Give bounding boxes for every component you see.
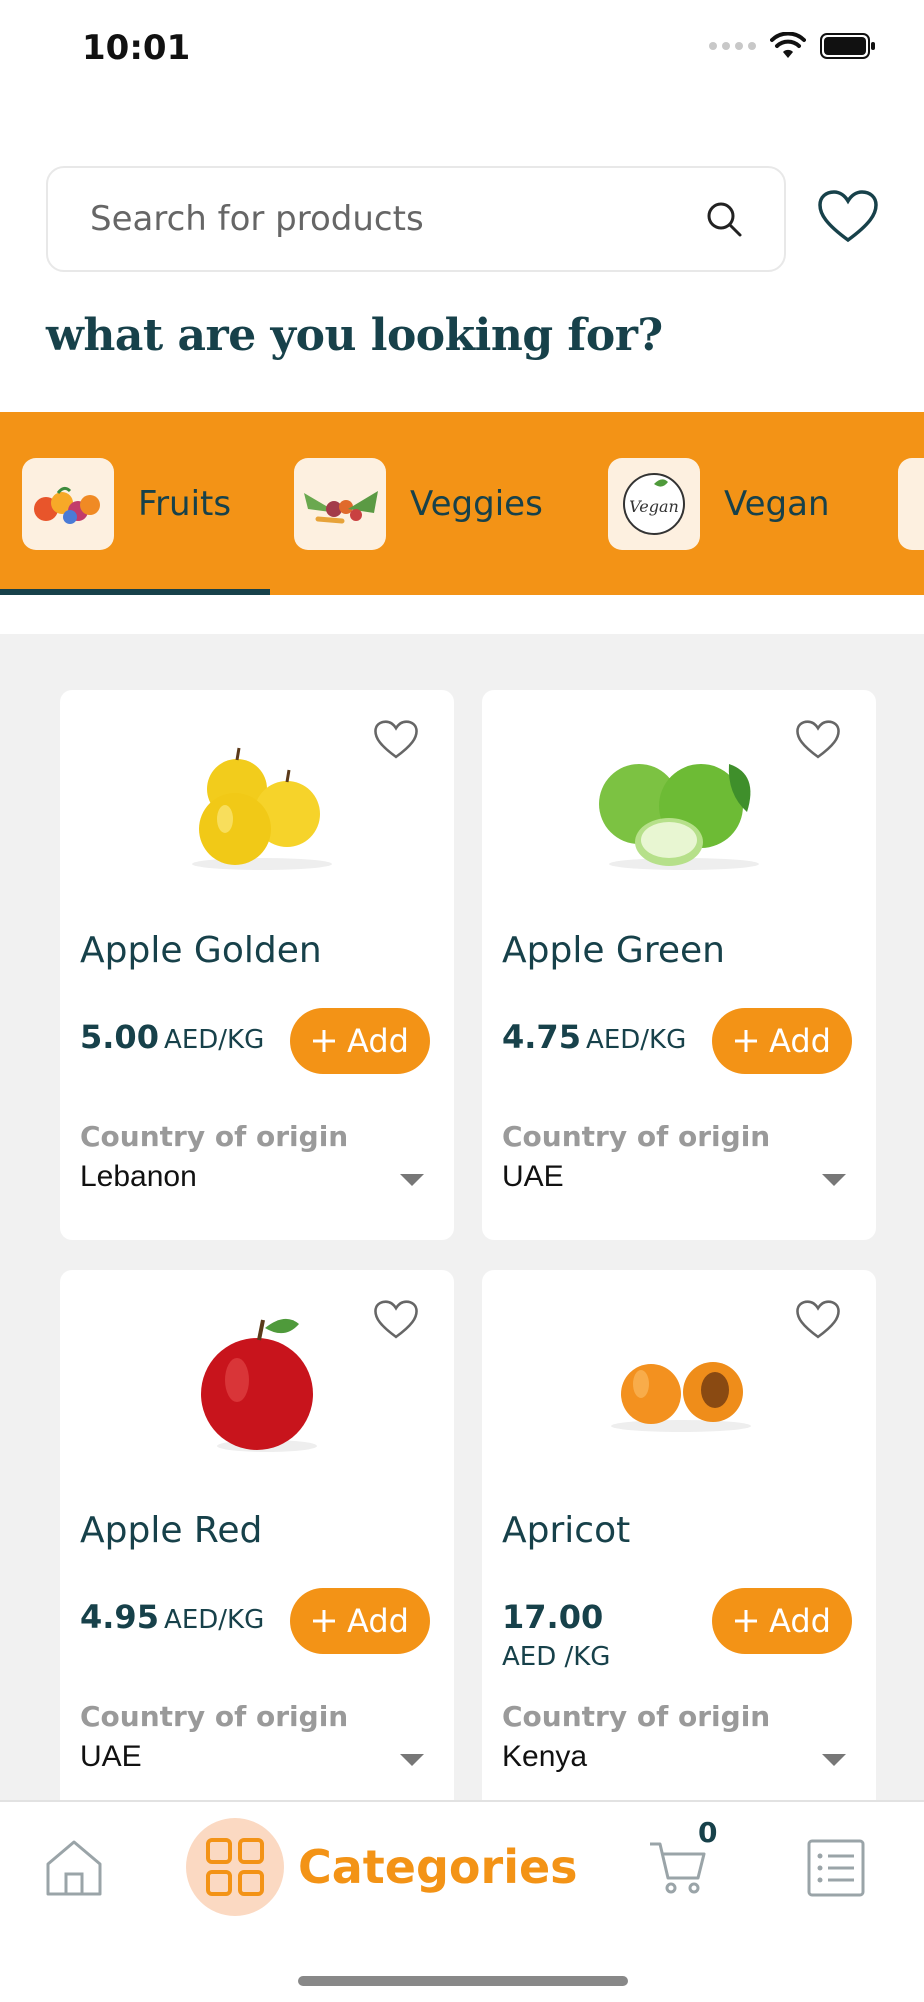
status-bar: 10:01: [0, 0, 924, 100]
add-to-cart-button[interactable]: Add: [712, 1008, 852, 1074]
home-indicator: [298, 1976, 628, 1986]
home-icon[interactable]: [44, 1836, 104, 1898]
add-to-cart-button[interactable]: Add: [290, 1588, 430, 1654]
plus-icon: [735, 1030, 758, 1052]
wifi-icon: [770, 32, 806, 58]
product-name: Apricot: [502, 1510, 631, 1551]
price-row: 4.75 AED/KG Add: [502, 1008, 852, 1074]
price-row: 5.00 AED/KG Add: [80, 1008, 430, 1074]
product-card[interactable]: Apricot 17.00 AED /KG Add Country of ori…: [482, 1270, 876, 1800]
tab-veggies[interactable]: Veggies: [294, 458, 543, 550]
price-unit: AED /KG: [502, 1642, 611, 1672]
origin-value: Lebanon: [80, 1160, 197, 1193]
nav-categories[interactable]: Categories: [186, 1818, 578, 1916]
product-grid: Apple Golden 5.00 AED/KG Add Country of …: [0, 634, 924, 1800]
signal-icon: [709, 42, 756, 50]
dropdown-arrow-icon: [822, 1174, 846, 1186]
product-card[interactable]: Apple Golden 5.00 AED/KG Add Country of …: [60, 690, 454, 1240]
add-to-cart-button[interactable]: Add: [712, 1588, 852, 1654]
price-value: 4.75: [502, 1018, 581, 1056]
tab-veggies-label: Veggies: [410, 484, 543, 524]
plus-icon: [313, 1030, 336, 1052]
plus-icon: [735, 1610, 758, 1632]
tab-fruits-label: Fruits: [138, 484, 232, 524]
origin-value: UAE: [80, 1740, 142, 1773]
tab-vegan[interactable]: Vegan Vegan: [608, 458, 830, 550]
product-name: Apple Golden: [80, 930, 322, 971]
origin-dropdown[interactable]: Kenya: [502, 1740, 846, 1780]
orders-list-icon[interactable]: [806, 1838, 866, 1898]
vegan-thumbnail: Vegan: [608, 458, 700, 550]
product-image-red-apple: [201, 1318, 317, 1452]
search-input[interactable]: [88, 198, 704, 240]
product-card[interactable]: Apple Green 4.75 AED/KG Add Country of o…: [482, 690, 876, 1240]
origin-value: Kenya: [502, 1740, 588, 1773]
price-row: 17.00 AED /KG Add: [502, 1588, 852, 1672]
origin-dropdown[interactable]: Lebanon: [80, 1160, 424, 1200]
add-button-label: Add: [769, 1602, 831, 1640]
favorite-heart-icon[interactable]: [374, 1300, 418, 1340]
add-button-label: Add: [347, 1022, 409, 1060]
status-icons: [709, 32, 876, 60]
dropdown-arrow-icon: [822, 1754, 846, 1766]
product-name: Apple Red: [80, 1510, 263, 1551]
origin-dropdown[interactable]: UAE: [502, 1160, 846, 1200]
search-icon[interactable]: [704, 199, 744, 239]
wishlist-heart-icon[interactable]: [818, 190, 878, 244]
vegan-thumbnail-text: Vegan: [629, 497, 679, 516]
price-row: 4.95 AED/KG Add: [80, 1588, 430, 1654]
origin-label: Country of origin: [502, 1120, 771, 1153]
page-headline: what are you looking for?: [46, 310, 663, 361]
origin-value: UAE: [502, 1160, 564, 1193]
plus-icon: [313, 1610, 336, 1632]
cart-count-badge: 0: [698, 1816, 718, 1849]
product-card[interactable]: Apple Red 4.95 AED/KG Add Country of ori…: [60, 1270, 454, 1800]
origin-label: Country of origin: [80, 1700, 349, 1733]
price-unit: AED/KG: [164, 1025, 265, 1055]
next-category-thumbnail: [898, 458, 924, 550]
origin-label: Country of origin: [502, 1700, 771, 1733]
add-button-label: Add: [347, 1602, 409, 1640]
bottom-nav: Categories 0: [0, 1800, 924, 2002]
tab-fruits[interactable]: Fruits: [22, 458, 231, 550]
product-image-green-apples: [599, 764, 759, 870]
price-unit: AED/KG: [586, 1025, 687, 1055]
dropdown-arrow-icon: [400, 1174, 424, 1186]
price-value: 5.00: [80, 1018, 159, 1056]
product-price: 5.00 AED/KG: [80, 1020, 280, 1060]
dropdown-arrow-icon: [400, 1754, 424, 1766]
tab-partial[interactable]: [898, 458, 924, 550]
price-unit: AED/KG: [164, 1605, 265, 1635]
product-price: 4.95 AED/KG: [80, 1600, 280, 1640]
fruits-thumbnail: [22, 458, 114, 550]
status-time: 10:01: [82, 28, 191, 68]
favorite-heart-icon[interactable]: [374, 720, 418, 760]
add-button-label: Add: [769, 1022, 831, 1060]
battery-icon: [820, 33, 875, 59]
veggies-thumbnail: [294, 458, 386, 550]
category-tabs: Fruits Veggies Vegan Vegan: [0, 412, 924, 595]
favorite-heart-icon[interactable]: [796, 720, 840, 760]
product-image-apricots: [611, 1362, 751, 1432]
product-price: 4.75 AED/KG: [502, 1020, 702, 1060]
active-tab-indicator: [0, 589, 270, 595]
price-value: 17.00: [502, 1598, 604, 1636]
favorite-heart-icon[interactable]: [796, 1300, 840, 1340]
product-price: 17.00 AED /KG: [502, 1600, 662, 1677]
origin-dropdown[interactable]: UAE: [80, 1740, 424, 1780]
origin-label: Country of origin: [80, 1120, 349, 1153]
categories-grid-icon: [186, 1818, 284, 1916]
add-to-cart-button[interactable]: Add: [290, 1008, 430, 1074]
tab-vegan-label: Vegan: [724, 484, 830, 524]
price-value: 4.95: [80, 1598, 159, 1636]
nav-categories-label: Categories: [298, 1840, 578, 1894]
search-row: [46, 166, 878, 274]
search-box[interactable]: [46, 166, 786, 272]
product-name: Apple Green: [502, 930, 725, 971]
product-image-golden-apples: [192, 747, 332, 870]
